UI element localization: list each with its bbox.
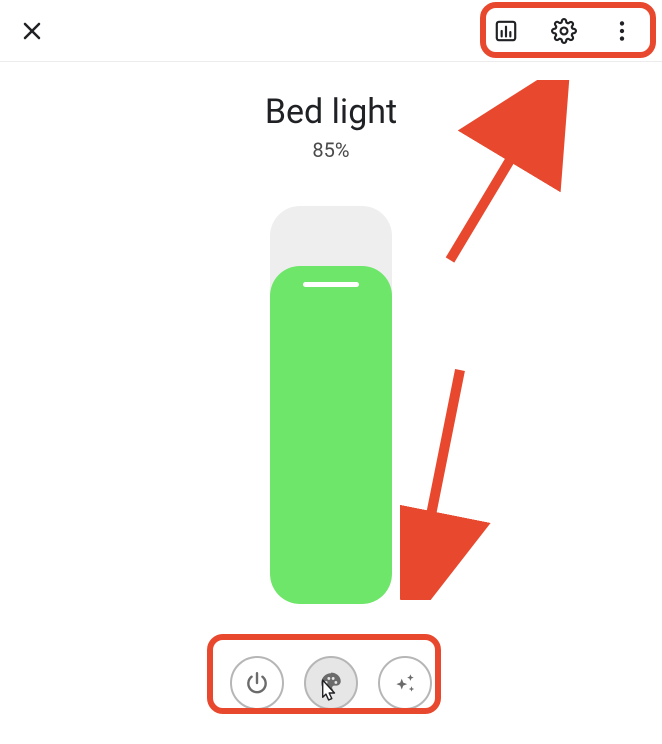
footer-controls xyxy=(230,656,432,710)
gear-icon xyxy=(551,18,577,44)
power-icon xyxy=(244,670,270,696)
history-icon xyxy=(493,18,519,44)
power-button[interactable] xyxy=(230,656,284,710)
palette-icon xyxy=(318,670,344,696)
effects-button[interactable] xyxy=(378,656,432,710)
brightness-slider[interactable] xyxy=(270,206,392,604)
close-button[interactable] xyxy=(10,9,54,53)
sparkle-icon xyxy=(392,670,418,696)
brightness-fill xyxy=(270,266,392,604)
header-actions xyxy=(484,9,644,53)
header xyxy=(0,0,662,62)
more-vertical-icon xyxy=(609,18,635,44)
close-icon xyxy=(20,19,44,43)
brightness-handle xyxy=(303,282,359,287)
device-name: Bed light xyxy=(265,92,397,132)
more-button[interactable] xyxy=(600,9,644,53)
brightness-label: 85% xyxy=(312,138,349,162)
content: Bed light 85% xyxy=(0,62,662,604)
settings-button[interactable] xyxy=(542,9,586,53)
color-button[interactable] xyxy=(304,656,358,710)
history-button[interactable] xyxy=(484,9,528,53)
